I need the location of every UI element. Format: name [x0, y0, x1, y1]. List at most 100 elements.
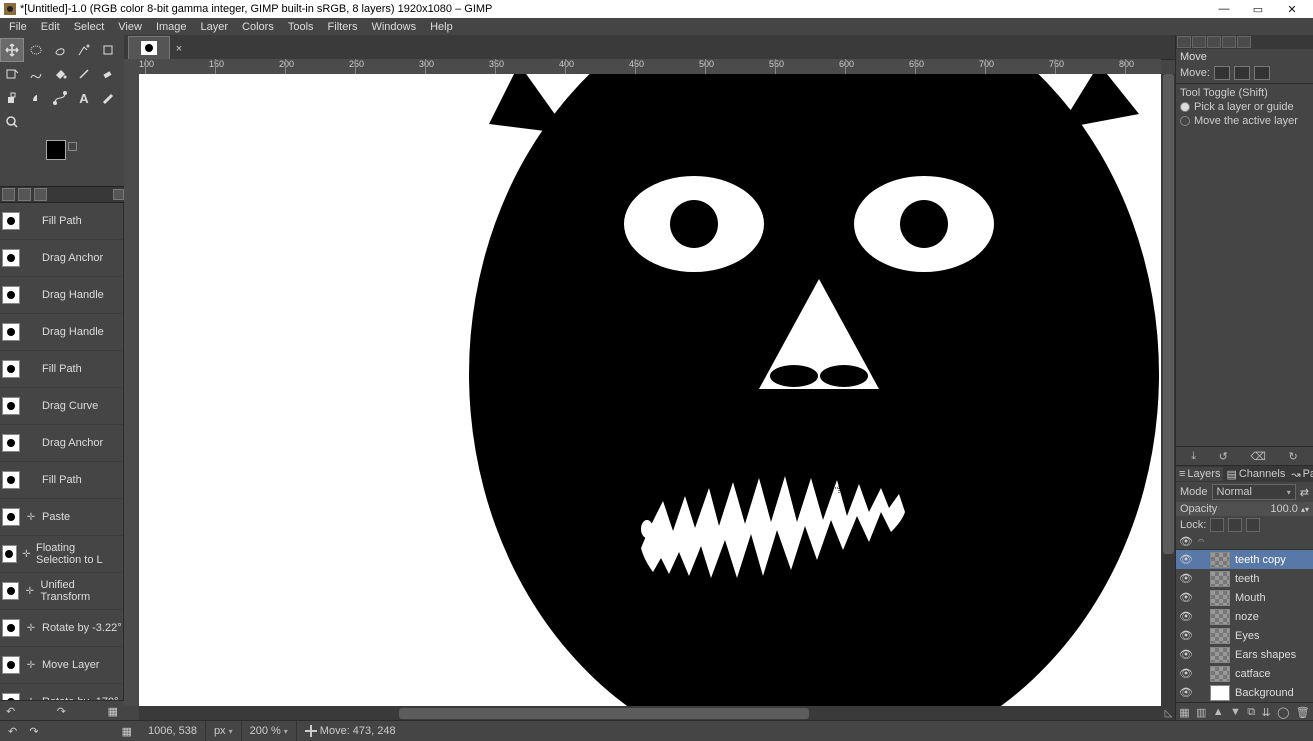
zoom-tool[interactable]	[0, 110, 24, 134]
blend-mode-select[interactable]: Normal▾	[1212, 484, 1296, 500]
move-mode-layer-icon[interactable]	[1214, 66, 1230, 80]
channels-tab[interactable]: ▤Channels	[1223, 467, 1288, 482]
nav-corner-icon[interactable]: ◺	[1161, 706, 1176, 721]
scrollbar-thumb[interactable]	[399, 708, 809, 719]
layers-panel-tabs[interactable]: ≡Layers ▤Channels ↝Paths	[1176, 466, 1313, 482]
undo-history-tabs[interactable]	[0, 186, 124, 203]
undo-item[interactable]: Fill Path	[0, 203, 123, 240]
close-button[interactable]: ✕	[1275, 0, 1309, 18]
save-options-icon[interactable]: ⤓	[1191, 450, 1196, 463]
lock-alpha-icon[interactable]	[1246, 518, 1260, 532]
swap-colors-icon[interactable]	[68, 142, 77, 151]
icon-tab4[interactable]	[1222, 36, 1236, 48]
horizontal-scrollbar[interactable]	[139, 706, 1161, 721]
undo-item[interactable]: Drag Curve	[0, 388, 123, 425]
layer-row[interactable]: 👁teeth	[1176, 569, 1313, 588]
sb-icon3[interactable]: ▦	[122, 725, 132, 738]
eraser-tool[interactable]	[96, 62, 120, 86]
lock-pixels-icon[interactable]	[1210, 518, 1224, 532]
sb-icon1[interactable]: ↶	[8, 725, 17, 738]
undo-item[interactable]: ✛Floating Selection to L	[0, 536, 123, 573]
warp-tool[interactable]	[24, 62, 48, 86]
layer-row[interactable]: 👁teeth copy	[1176, 550, 1313, 569]
fuzzy-select-tool[interactable]	[72, 38, 96, 62]
menu-edit[interactable]: Edit	[35, 20, 68, 34]
move-mode-selection-icon[interactable]	[1234, 66, 1250, 80]
sb-icon2[interactable]: ↷	[29, 725, 38, 738]
raise-layer-icon[interactable]: ▲	[1213, 706, 1224, 718]
layer-row[interactable]: 👁Eyes	[1176, 626, 1313, 645]
paths-tab[interactable]: ↝Paths	[1288, 467, 1313, 482]
mode-switch-icon[interactable]: ⇄	[1300, 486, 1309, 499]
undo-item[interactable]: ✛Unified Transform	[0, 573, 123, 610]
redo-icon[interactable]: ↷	[57, 705, 66, 718]
opacity-slider[interactable]: Opacity 100.0 ▴▾	[1176, 502, 1313, 516]
menu-view[interactable]: View	[112, 20, 150, 34]
icon-tab3[interactable]	[1207, 36, 1221, 48]
vertical-ruler[interactable]	[124, 74, 140, 706]
restore-options-icon[interactable]: ↺	[1219, 450, 1228, 463]
undo-item[interactable]: Drag Anchor	[0, 240, 123, 277]
smudge-tool[interactable]	[24, 86, 48, 110]
patterns-tab-icon[interactable]	[18, 188, 31, 201]
menu-tools[interactable]: Tools	[282, 20, 322, 34]
image-tab[interactable]	[128, 36, 170, 59]
vertical-scrollbar[interactable]	[1161, 74, 1176, 706]
merge-down-icon[interactable]: ⇊	[1262, 706, 1271, 719]
canvas[interactable]	[139, 74, 1161, 706]
tab-close-icon[interactable]: ×	[172, 39, 186, 59]
layers-tab[interactable]: ≡Layers	[1176, 467, 1223, 481]
undo-item[interactable]: Fill Path	[0, 351, 123, 388]
layer-row[interactable]: 👁Ears shapes	[1176, 645, 1313, 664]
link-icon[interactable]: 𝄐	[1198, 535, 1204, 548]
undo-item[interactable]: Drag Handle	[0, 314, 123, 351]
color-swatches[interactable]	[46, 140, 124, 180]
menu-help[interactable]: Help	[424, 20, 461, 34]
undo-item[interactable]: ✛Rotate by -3.22°	[0, 610, 123, 647]
eye-icon[interactable]: 👁	[1180, 536, 1192, 548]
menu-windows[interactable]: Windows	[365, 20, 424, 34]
visibility-icon[interactable]: 👁	[1180, 687, 1192, 699]
layer-row[interactable]: 👁Mouth	[1176, 588, 1313, 607]
visibility-icon[interactable]: 👁	[1180, 630, 1192, 642]
visibility-icon[interactable]: 👁	[1180, 554, 1192, 566]
layer-row[interactable]: 👁catface	[1176, 664, 1313, 683]
menu-bar[interactable]: FileEditSelectViewImageLayerColorsToolsF…	[0, 18, 1313, 35]
lock-position-icon[interactable]	[1228, 518, 1242, 532]
color-picker-tool[interactable]	[96, 86, 120, 110]
zoom-select[interactable]: 200 % ▾	[242, 721, 297, 741]
menu-image[interactable]: Image	[150, 20, 195, 34]
image-tabs[interactable]: ×	[124, 35, 1176, 60]
visibility-icon[interactable]: 👁	[1180, 573, 1192, 585]
menu-colors[interactable]: Colors	[236, 20, 282, 34]
maximize-button[interactable]: ▭	[1241, 0, 1275, 18]
icon-tab5[interactable]	[1237, 36, 1251, 48]
layer-row[interactable]: 👁noze	[1176, 607, 1313, 626]
unit-select[interactable]: px ▾	[206, 721, 242, 741]
visibility-icon[interactable]: 👁	[1180, 611, 1192, 623]
undo-item[interactable]: Drag Handle	[0, 277, 123, 314]
visibility-icon[interactable]: 👁	[1180, 592, 1192, 604]
visibility-icon[interactable]: 👁	[1180, 649, 1192, 661]
canvas-viewport[interactable]	[139, 74, 1161, 706]
radio-active[interactable]	[1180, 116, 1190, 126]
layers-list[interactable]: 👁teeth copy👁teeth👁Mouth👁noze👁Eyes👁Ears s…	[1176, 550, 1313, 702]
new-group-icon[interactable]: ▥	[1196, 706, 1206, 719]
undo-item[interactable]: Drag Anchor	[0, 425, 123, 462]
undo-item[interactable]: ✛Rotate by -179°	[0, 684, 123, 700]
horizontal-ruler[interactable]: 1001502002503003504004505005506006507007…	[139, 59, 1161, 75]
crop-tool[interactable]	[96, 38, 120, 62]
free-select-tool[interactable]	[48, 38, 72, 62]
menu-layer[interactable]: Layer	[195, 20, 237, 34]
lower-layer-icon[interactable]: ▼	[1230, 706, 1241, 718]
clear-history-icon[interactable]: ▦	[108, 705, 118, 718]
undo-icon[interactable]: ↶	[6, 705, 15, 718]
radio-pick[interactable]	[1180, 102, 1190, 112]
delete-layer-icon[interactable]: 🗑	[1296, 706, 1310, 719]
duplicate-layer-icon[interactable]: ⧉	[1247, 706, 1255, 719]
undo-history-list[interactable]: Fill PathDrag AnchorDrag HandleDrag Hand…	[0, 203, 124, 700]
tab-menu-icon[interactable]	[113, 189, 124, 200]
new-layer-icon[interactable]: ▦	[1179, 706, 1189, 719]
menu-file[interactable]: File	[3, 20, 35, 34]
menu-filters[interactable]: Filters	[322, 20, 366, 34]
